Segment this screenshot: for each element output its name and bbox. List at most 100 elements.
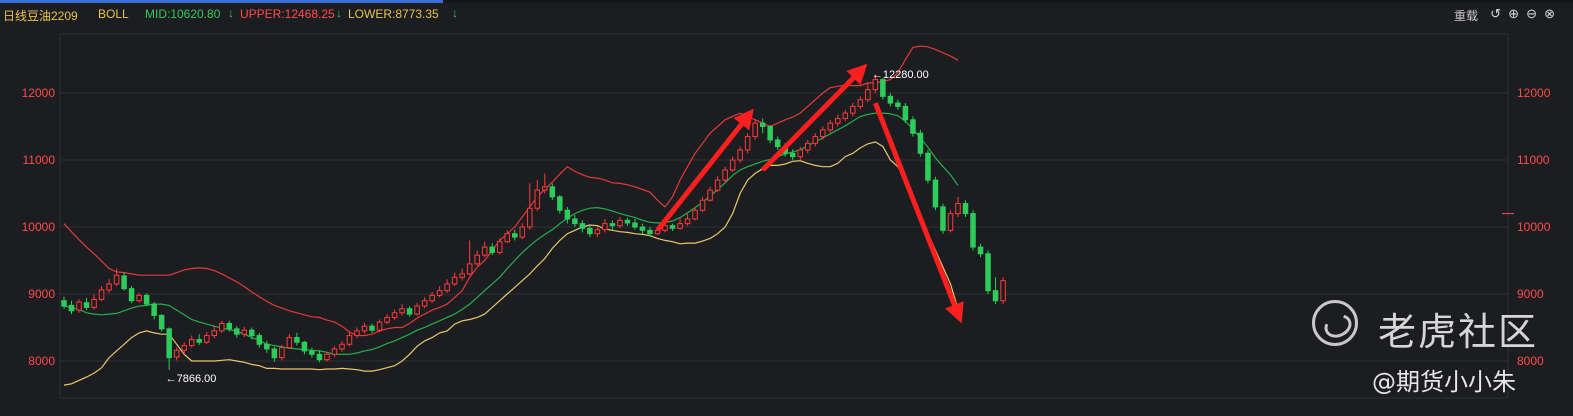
candle-body (850, 105, 856, 114)
candle-body (421, 300, 428, 307)
candle-body (970, 213, 976, 248)
candle-body (617, 219, 623, 227)
price-annotation: ←7866.00 (166, 373, 217, 385)
candle-body (354, 330, 360, 337)
candle-body (557, 196, 563, 211)
candle-body (316, 353, 323, 361)
grid-lines (59, 33, 1509, 399)
candle-body (151, 303, 157, 316)
candle-body (587, 227, 593, 235)
candle-body (406, 308, 413, 315)
candle-body (361, 325, 368, 332)
y-tick-label-right: 10000 (1517, 220, 1551, 234)
candle-body (977, 246, 984, 255)
candle-body (902, 105, 909, 121)
candle-body (880, 79, 886, 97)
candle-body (812, 136, 819, 144)
candle-body (331, 348, 338, 355)
watermark-brand: 老虎社区 (1378, 310, 1539, 354)
candle-body (106, 283, 112, 291)
candle-body (579, 223, 586, 229)
trend-arrow (655, 108, 754, 232)
candle-body (234, 328, 240, 335)
candle-body (436, 290, 443, 296)
candle-body (324, 353, 330, 361)
price-annotation: ←12280.00 (872, 69, 929, 81)
candle-body (173, 349, 180, 358)
candle-body (737, 149, 743, 161)
candle-body (895, 102, 901, 107)
y-tick-label-right: 12000 (1517, 86, 1551, 100)
candle-body (474, 254, 480, 265)
candle-body (61, 300, 67, 307)
candle-body (512, 233, 518, 238)
candle-body (729, 159, 736, 171)
candle-body (121, 275, 127, 290)
candle-body (399, 308, 405, 314)
candle-body (917, 132, 924, 154)
candles (61, 74, 1006, 370)
y-tick-label-right: 8000 (1517, 354, 1544, 368)
y-tick-label-left: 10000 (22, 220, 56, 234)
candle-body (549, 186, 556, 198)
candle-body (136, 294, 142, 302)
watermark-author: @期货小小朱 (1372, 368, 1516, 396)
candle-body (143, 294, 150, 305)
watermark-logo-icon (1312, 300, 1358, 346)
candle-body (309, 350, 315, 355)
candle-body (128, 288, 135, 302)
candle-body (256, 335, 263, 345)
candle-body (684, 218, 691, 225)
candle-body (542, 186, 548, 191)
candle-body (429, 294, 435, 302)
candle-body (594, 229, 601, 235)
y-tick-label-left: 9000 (28, 287, 55, 301)
candle-body (835, 117, 841, 124)
candle-body (211, 330, 218, 337)
candle-body (249, 329, 255, 337)
candle-body (647, 229, 653, 235)
candle-body (639, 226, 646, 231)
candle-body (527, 207, 533, 228)
candle-body (707, 189, 713, 201)
candle-body (759, 122, 766, 128)
candle-body (158, 314, 165, 330)
candle-body (985, 253, 991, 292)
candle-body (519, 226, 526, 238)
candle-body (932, 179, 939, 208)
candle-body (789, 152, 796, 158)
y-tick-label-left: 12000 (22, 86, 56, 100)
candle-body (376, 321, 383, 331)
candle-body (962, 203, 969, 215)
candle-body (76, 301, 82, 311)
y-tick-label-left: 8000 (28, 354, 55, 368)
candle-body (827, 122, 834, 131)
bollinger-bands (63, 45, 959, 386)
upper-band-line (63, 45, 959, 337)
y-tick-label-right: 11000 (1517, 153, 1550, 167)
candle-body (444, 283, 450, 292)
candle-body (677, 223, 683, 229)
candle-body (414, 305, 420, 315)
candle-body (294, 337, 300, 343)
candlestick-chart[interactable]: ←12280.00 ←7866.00 8000 8000 9000 9000 10000 1… (0, 0, 1573, 416)
candle-body (797, 149, 803, 158)
candle-body (947, 213, 954, 231)
candle-body (83, 302, 90, 308)
candle-body (602, 223, 608, 231)
candle-body (219, 322, 225, 332)
candle-body (271, 348, 278, 359)
candle-body (669, 225, 676, 229)
candle-body (279, 347, 285, 359)
candle-body (925, 152, 931, 181)
candle-body (466, 263, 473, 275)
candle-body (572, 218, 578, 225)
candle-body (722, 169, 728, 181)
candle-body (857, 99, 864, 107)
candle-body (264, 343, 270, 350)
candle-body (391, 312, 398, 318)
candle-body (188, 339, 195, 347)
candle-body (865, 89, 871, 101)
plot-frame (59, 33, 1509, 399)
candle-body (842, 112, 849, 119)
